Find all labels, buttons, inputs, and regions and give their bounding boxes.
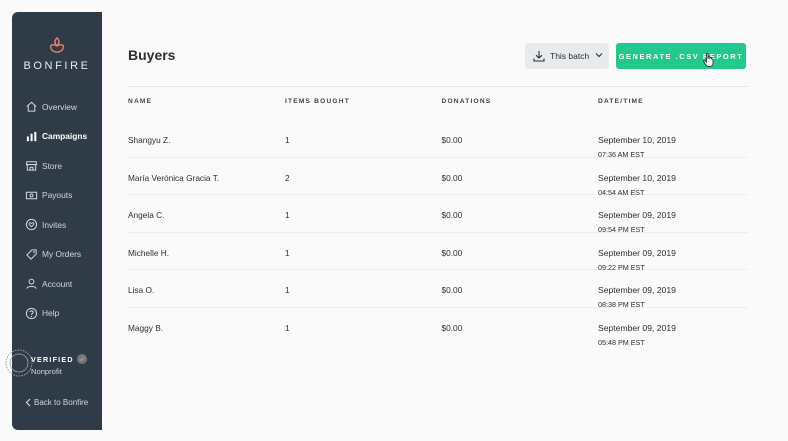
verified-subtitle: Nonprofit <box>31 367 62 376</box>
donation-amount: $0.00 <box>441 285 463 295</box>
sidebar-item-label: Overview <box>42 101 77 112</box>
items-bought: 2 <box>285 172 290 183</box>
date-time: September 09, 2019 05:48 PM EST <box>598 308 748 347</box>
hand-cursor-icon <box>703 53 714 67</box>
verified-title: VERIFIED <box>31 354 87 364</box>
generate-csv-report-button[interactable]: GENERATE .CSV REPORT <box>616 43 746 69</box>
sidebar-item-label: My Orders <box>42 249 82 260</box>
sidebar-item-payouts[interactable]: Payouts <box>12 181 102 211</box>
date-time: September 09, 2019 09:54 PM EST <box>598 195 748 234</box>
home-icon <box>26 101 37 112</box>
sidebar-item-campaigns[interactable]: Campaigns <box>12 122 102 152</box>
order-time: 05:48 PM EST <box>598 337 645 347</box>
donation-amount: $0.00 <box>441 172 463 183</box>
order-date: September 09, 2019 <box>598 322 676 333</box>
main-content: Buyers This batch GENERATE .CSV REPORT N… <box>102 12 788 441</box>
sidebar: BONFIRE Overview Campaigns Store Payouts… <box>5 12 102 430</box>
order-date: September 09, 2019 <box>598 247 676 258</box>
sidebar-item-label: Account <box>42 278 73 289</box>
donation-amount: $0.00 <box>441 322 463 333</box>
sidebar-item-label: Help <box>42 308 60 319</box>
table-header: NAME ITEMS BOUGHT DONATIONS DATE/TIME <box>128 98 748 114</box>
batch-select-value: This batch <box>550 51 590 61</box>
date-time: September 09, 2019 09:22 PM EST <box>598 233 748 272</box>
sidebar-item-store[interactable]: Store <box>12 151 102 181</box>
back-label: Back to Bonfire <box>34 398 89 407</box>
sidebar-item-overview[interactable]: Overview <box>12 92 102 122</box>
tag-icon <box>26 249 37 260</box>
sidebar-item-label: Payouts <box>42 190 73 201</box>
table-row[interactable]: Lisa O. 1 $0.00 September 09, 2019 08:38… <box>128 270 748 309</box>
table-body: Shangyu Z. 1 $0.00 September 10, 2019 07… <box>128 120 748 347</box>
bar-chart-icon <box>26 131 37 141</box>
date-time: September 10, 2019 07:36 AM EST <box>598 120 748 159</box>
donation-amount: $0.00 <box>441 247 463 258</box>
donation-amount: $0.00 <box>441 135 463 145</box>
bonfire-logo[interactable]: BONFIRE <box>12 36 102 72</box>
store-icon <box>25 161 38 171</box>
header-divider <box>128 86 748 87</box>
sidebar-item-label: Campaigns <box>42 131 88 142</box>
payout-icon <box>25 191 38 200</box>
help-icon <box>25 307 38 319</box>
sidebar-item-help[interactable]: Help <box>12 299 102 329</box>
order-date: September 10, 2019 <box>598 135 676 145</box>
table-row[interactable]: Angela C. 1 $0.00 September 09, 2019 09:… <box>128 195 748 234</box>
items-bought: 1 <box>285 285 290 295</box>
date-time: September 09, 2019 08:38 PM EST <box>598 270 748 309</box>
sidebar-item-my-orders[interactable]: My Orders <box>12 240 102 270</box>
buyer-name: Lisa O. <box>128 285 155 295</box>
table-row[interactable]: Shangyu Z. 1 $0.00 September 10, 2019 07… <box>128 120 748 159</box>
buyer-name: Michelle H. <box>128 247 170 258</box>
table-row[interactable]: María Verónica Gracia T. 2 $0.00 Septemb… <box>128 158 748 197</box>
donation-amount: $0.00 <box>441 210 463 220</box>
chevron-left-icon <box>25 398 31 407</box>
check-icon <box>76 354 87 364</box>
buyer-name: Shangyu Z. <box>128 135 171 145</box>
order-date: September 09, 2019 <box>598 285 676 295</box>
sidebar-item-account[interactable]: Account <box>12 269 102 299</box>
column-header-donations[interactable]: DONATIONS <box>442 98 599 114</box>
items-bought: 1 <box>285 322 290 333</box>
column-header-date-time[interactable]: DATE/TIME <box>598 98 748 114</box>
brand-name: BONFIRE <box>23 60 91 72</box>
user-icon <box>26 278 37 290</box>
seal-icon <box>5 349 33 377</box>
chevron-down-icon <box>595 53 603 58</box>
flame-logo-icon <box>50 36 64 53</box>
sidebar-nav: Overview Campaigns Store Payouts Invites… <box>12 92 102 328</box>
date-time: September 10, 2019 04:54 AM EST <box>598 158 748 197</box>
sidebar-item-invites[interactable]: Invites <box>12 210 102 240</box>
verified-title-text: VERIFIED <box>31 354 74 364</box>
download-icon <box>533 51 545 62</box>
column-header-name[interactable]: NAME <box>128 98 285 114</box>
sidebar-item-label: Invites <box>42 219 67 230</box>
buyer-name: María Verónica Gracia T. <box>128 172 220 183</box>
table-row[interactable]: Michelle H. 1 $0.00 September 09, 2019 0… <box>128 233 748 272</box>
buyer-name: Maggy B. <box>128 322 164 333</box>
heart-badge-icon <box>25 219 38 231</box>
sidebar-item-label: Store <box>42 160 63 171</box>
order-date: September 09, 2019 <box>598 210 676 220</box>
page-title: Buyers <box>128 47 176 63</box>
items-bought: 1 <box>285 247 290 258</box>
buyer-name: Angela C. <box>128 210 165 220</box>
column-header-items-bought[interactable]: ITEMS BOUGHT <box>285 98 442 114</box>
items-bought: 1 <box>285 210 290 220</box>
items-bought: 1 <box>285 135 290 145</box>
batch-select[interactable]: This batch <box>525 43 609 69</box>
table-row[interactable]: Maggy B. 1 $0.00 September 09, 2019 05:4… <box>128 308 748 347</box>
order-date: September 10, 2019 <box>598 172 676 183</box>
back-to-bonfire-link[interactable]: Back to Bonfire <box>25 398 88 407</box>
buyers-table: NAME ITEMS BOUGHT DONATIONS DATE/TIME Sh… <box>128 98 748 347</box>
verified-nonprofit-badge: VERIFIED Nonprofit <box>5 349 102 392</box>
